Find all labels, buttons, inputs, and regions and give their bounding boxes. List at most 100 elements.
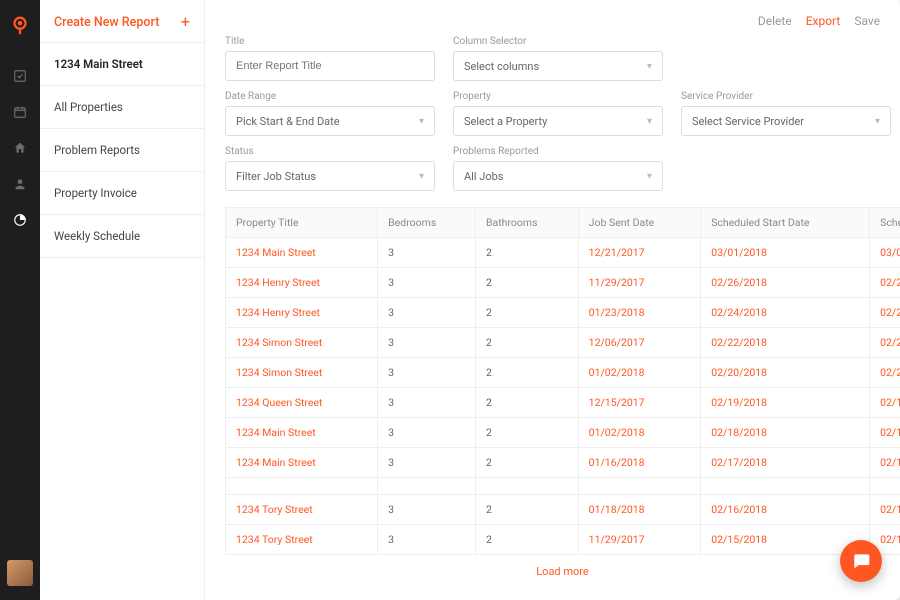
chevron-down-icon: ▾ bbox=[647, 61, 652, 72]
table-cell: 02/18/2018 bbox=[870, 418, 900, 448]
table-row: 1234 Simon Street3201/02/201802/20/20180… bbox=[226, 358, 900, 388]
table-cell: 02/22/2018 bbox=[701, 328, 870, 358]
status-value: Filter Job Status bbox=[236, 170, 316, 183]
table-cell bbox=[378, 478, 476, 495]
table-cell: 2 bbox=[475, 525, 578, 555]
column-header: Job Sent Date bbox=[578, 208, 701, 238]
table-cell: 1234 Main Street bbox=[226, 238, 378, 268]
property-dropdown[interactable]: Select a Property ▾ bbox=[453, 106, 663, 136]
table-cell: 02/24/2018 bbox=[701, 298, 870, 328]
chevron-down-icon: ▾ bbox=[875, 116, 880, 127]
property-label: Property bbox=[453, 91, 663, 102]
problems-dropdown[interactable]: All Jobs ▾ bbox=[453, 161, 663, 191]
filters-panel: Title Column Selector Select columns ▾ D… bbox=[205, 36, 900, 201]
date-range-dropdown[interactable]: Pick Start & End Date ▾ bbox=[225, 106, 435, 136]
table-cell: 3 bbox=[378, 495, 476, 525]
sidebar-report-item[interactable]: Weekly Schedule bbox=[40, 215, 204, 258]
export-button[interactable]: Export bbox=[806, 14, 841, 28]
table-cell: 1234 Main Street bbox=[226, 418, 378, 448]
table-cell: 02/24/2018 bbox=[870, 298, 900, 328]
table-cell: 01/23/2018 bbox=[578, 298, 701, 328]
column-selector-dropdown[interactable]: Select columns ▾ bbox=[453, 51, 663, 81]
table-cell: 03/01/2018 bbox=[870, 238, 900, 268]
table-cell bbox=[870, 478, 900, 495]
sidebar-report-item[interactable]: All Properties bbox=[40, 86, 204, 129]
table-cell: 02/19/2018 bbox=[701, 388, 870, 418]
status-dropdown[interactable]: Filter Job Status ▾ bbox=[225, 161, 435, 191]
nav-calendar-icon[interactable] bbox=[0, 94, 40, 130]
title-label: Title bbox=[225, 36, 435, 47]
chevron-down-icon: ▾ bbox=[419, 116, 424, 127]
column-selector-value: Select columns bbox=[464, 60, 539, 73]
service-provider-dropdown[interactable]: Select Service Provider ▾ bbox=[681, 106, 891, 136]
table-cell: 01/02/2018 bbox=[578, 358, 701, 388]
table-cell: 2 bbox=[475, 448, 578, 478]
sidebar-report-item[interactable]: 1234 Main Street bbox=[40, 43, 204, 86]
table-row: 1234 Henry Street3201/23/201802/24/20180… bbox=[226, 298, 900, 328]
problems-label: Problems Reported bbox=[453, 146, 663, 157]
table-cell: 12/15/2017 bbox=[578, 388, 701, 418]
add-report-button[interactable]: + bbox=[181, 14, 190, 30]
nav-rail bbox=[0, 0, 40, 600]
report-list-sidebar: Create New Report + 1234 Main StreetAll … bbox=[40, 0, 205, 600]
table-cell: 12/21/2017 bbox=[578, 238, 701, 268]
chat-launcher-button[interactable] bbox=[840, 540, 882, 582]
table-cell: 2 bbox=[475, 388, 578, 418]
table-cell: 3 bbox=[378, 418, 476, 448]
save-button[interactable]: Save bbox=[854, 14, 880, 28]
table-cell: 2 bbox=[475, 418, 578, 448]
column-selector-label: Column Selector bbox=[453, 36, 663, 47]
table-cell: 03/01/2018 bbox=[701, 238, 870, 268]
table-cell: 02/19/2018 bbox=[870, 388, 900, 418]
report-title-input[interactable] bbox=[225, 51, 435, 81]
nav-check-icon[interactable] bbox=[0, 58, 40, 94]
table-cell: 02/16/2018 bbox=[701, 495, 870, 525]
user-avatar[interactable] bbox=[7, 560, 33, 586]
table-cell: 1234 Tory Street bbox=[226, 495, 378, 525]
table-cell: 2 bbox=[475, 358, 578, 388]
results-table: Property TitleBedroomsBathroomsJob Sent … bbox=[225, 207, 900, 555]
table-cell: 1234 Simon Street bbox=[226, 328, 378, 358]
sidebar-report-item[interactable]: Property Invoice bbox=[40, 172, 204, 215]
chevron-down-icon: ▾ bbox=[647, 116, 652, 127]
table-row: 1234 Main Street3201/16/201802/17/201802… bbox=[226, 448, 900, 478]
table-cell: 11/29/2017 bbox=[578, 525, 701, 555]
column-header: Bathrooms bbox=[475, 208, 578, 238]
results-table-wrap[interactable]: Property TitleBedroomsBathroomsJob Sent … bbox=[225, 207, 900, 600]
chevron-down-icon: ▾ bbox=[419, 171, 424, 182]
column-header: Property Title bbox=[226, 208, 378, 238]
sidebar-title: Create New Report bbox=[54, 15, 159, 30]
table-cell: 1234 Queen Street bbox=[226, 388, 378, 418]
main-content: Delete Export Save Title Column Selector… bbox=[205, 0, 900, 600]
table-cell: 02/22/2018 bbox=[870, 328, 900, 358]
table-cell: 3 bbox=[378, 238, 476, 268]
service-provider-value: Select Service Provider bbox=[692, 115, 804, 128]
load-more-button[interactable]: Load more bbox=[225, 555, 900, 588]
table-cell: 02/17/2018 bbox=[701, 448, 870, 478]
table-row: 1234 Simon Street3212/06/201702/22/20180… bbox=[226, 328, 900, 358]
date-range-value: Pick Start & End Date bbox=[236, 115, 340, 128]
table-row: 1234 Queen Street3212/15/201702/19/20180… bbox=[226, 388, 900, 418]
property-value: Select a Property bbox=[464, 115, 547, 128]
table-cell: 02/16/2018 bbox=[870, 495, 900, 525]
table-cell: 2 bbox=[475, 268, 578, 298]
table-cell: 3 bbox=[378, 298, 476, 328]
table-row: 1234 Tory Street3211/29/201702/15/201802… bbox=[226, 525, 900, 555]
nav-reports-icon[interactable] bbox=[0, 202, 40, 238]
table-cell bbox=[578, 478, 701, 495]
delete-button[interactable]: Delete bbox=[758, 14, 792, 28]
table-row bbox=[226, 478, 900, 495]
column-header: Bedrooms bbox=[378, 208, 476, 238]
status-label: Status bbox=[225, 146, 435, 157]
nav-home-icon[interactable] bbox=[0, 130, 40, 166]
table-cell: 02/26/2018 bbox=[701, 268, 870, 298]
action-bar: Delete Export Save bbox=[205, 0, 900, 36]
table-cell: 01/18/2018 bbox=[578, 495, 701, 525]
table-cell: 1234 Main Street bbox=[226, 448, 378, 478]
service-provider-label: Service Provider bbox=[681, 91, 891, 102]
table-cell: 12/06/2017 bbox=[578, 328, 701, 358]
table-cell: 3 bbox=[378, 328, 476, 358]
table-row: 1234 Henry Street3211/29/201702/26/20180… bbox=[226, 268, 900, 298]
nav-user-icon[interactable] bbox=[0, 166, 40, 202]
sidebar-report-item[interactable]: Problem Reports bbox=[40, 129, 204, 172]
